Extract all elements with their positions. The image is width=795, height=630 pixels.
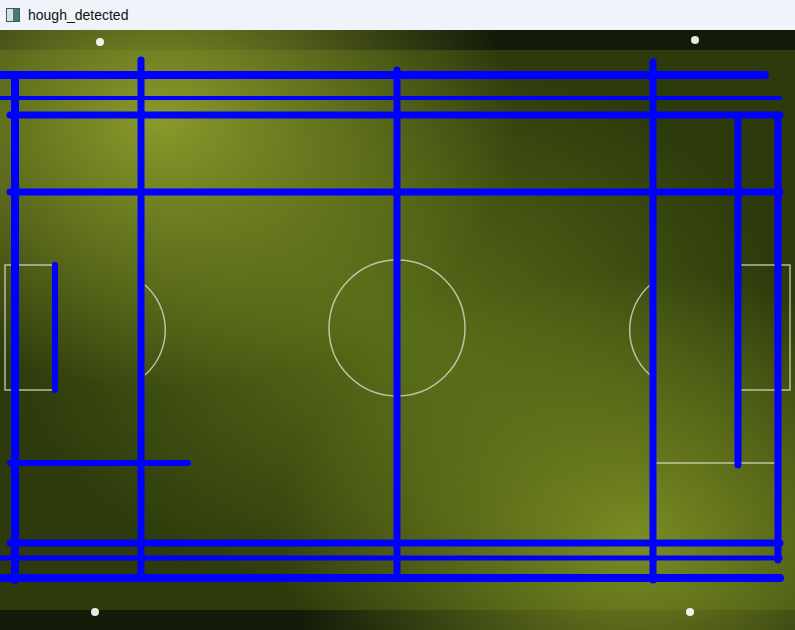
window-icon: [6, 8, 20, 22]
detected-image: [0, 30, 795, 630]
title-bar[interactable]: hough_detected: [0, 0, 795, 30]
window-title: hough_detected: [28, 8, 128, 22]
opencv-window: hough_detected: [0, 0, 795, 630]
